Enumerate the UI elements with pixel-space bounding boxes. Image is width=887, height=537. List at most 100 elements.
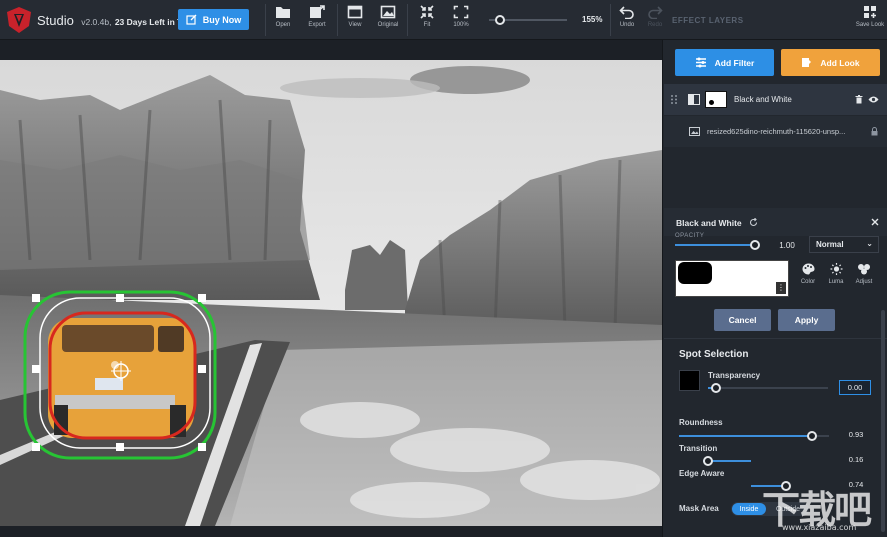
opacity-slider-handle[interactable] [750,240,760,250]
effect-layers-title: EFFECT LAYERS [672,16,744,25]
app-name: Studio [37,13,74,28]
effect-title: Black and White [676,218,742,228]
undo-label: Undo [619,22,635,28]
mask-area-label: Mask Area [679,504,719,513]
undo-icon [619,6,634,19]
transition-label: Transition [679,444,718,453]
export-icon [310,5,325,18]
site-watermark: 下载吧 www.xiazaiba.com [762,479,882,534]
canvas-margin-bottom [0,526,662,537]
export-label: Export [308,22,326,28]
watermark-url: www.xiazaiba.com [782,523,857,532]
color-mode-label: Color [800,279,816,285]
adjust-mode-label: Adjust [855,279,873,285]
color-mode-button[interactable]: Color [795,263,821,285]
transparency-slider-track[interactable] [708,387,828,389]
add-look-button[interactable]: Add Look [781,49,880,76]
canvas-margin-top [0,40,662,60]
save-look-label: Save Look [855,22,885,28]
lock-icon [871,127,878,136]
add-filter-button[interactable]: Add Filter [675,49,774,76]
palette-icon [802,263,814,275]
redo-icon [648,6,663,19]
image-icon [380,5,396,19]
buy-now-button[interactable]: Buy Now [178,9,249,30]
spot-selection-title: Spot Selection [679,349,749,360]
cancel-button[interactable]: Cancel [714,309,771,331]
app-title: Studio v2.0.4b, 23 Days Left in Trial [37,13,195,28]
save-look-icon [864,6,876,18]
roundness-value[interactable]: 0.93 [840,427,872,442]
filter-icon [695,57,706,68]
transparency-slider-handle[interactable] [711,383,721,393]
transparency-label: Transparency [708,371,761,380]
transition-slider-handle[interactable] [703,456,713,466]
zoom-value: 155% [582,15,603,24]
redo-label: Redo [647,22,663,28]
chevron-down-icon: ⌄ [866,239,873,248]
adjust-icon [858,264,870,275]
opacity-label: OPACITY [675,233,705,239]
add-look-label: Add Look [820,57,860,68]
mask-icon[interactable] [688,94,700,105]
app-version: v2.0.4b, [81,17,112,27]
original-label: Original [377,22,399,28]
roundness-label: Roundness [679,418,723,427]
top-toolbar: Studio v2.0.4b, 23 Days Left in Trial Bu… [0,0,887,40]
view-icon [347,5,363,19]
fit-icon [420,5,434,19]
luma-mode-label: Luma [828,279,844,285]
reset-icon[interactable] [749,218,758,227]
photo-canvas[interactable] [0,60,662,526]
look-icon [802,58,812,67]
effect-header: Black and White [664,208,887,236]
add-filter-label: Add Filter [714,57,755,68]
layer-row-image[interactable]: resized625dino-reichmuth-115620-unsp... [664,116,887,147]
redo-button[interactable]: Redo [635,5,675,28]
roundness-slider-fill [679,435,812,437]
effect-layers-panel: Add Filter Add Look Black and White resi… [662,40,887,537]
luma-mode-button[interactable]: Luma [823,263,849,285]
mask-preview[interactable]: ⋮ [675,260,789,297]
fit-label: Fit [423,22,431,28]
opacity-value[interactable]: 1.00 [771,237,803,253]
fullscreen-icon [453,5,469,19]
opacity-slider-track[interactable] [675,244,755,246]
layer-list-empty-area [664,148,887,208]
image-layer-name: resized625dino-reichmuth-115620-unsp... [707,127,846,136]
blend-mode-value: Normal [816,240,844,249]
more-options-icon[interactable]: ⋮ [776,282,786,294]
blend-mode-select[interactable]: Normal ⌄ [809,236,879,253]
actual-size-label: 100% [453,22,469,28]
roundness-slider-handle[interactable] [807,431,817,441]
actual-size-button[interactable]: 100% [441,5,481,28]
buy-now-label: Buy Now [202,14,242,25]
color-swatch[interactable] [679,370,700,391]
layer-row-black-and-white[interactable]: Black and White [664,84,887,115]
layer-thumbnail [705,91,727,108]
folder-icon [276,7,290,18]
save-look-button[interactable]: Save Look [850,5,887,28]
sun-icon [830,263,842,275]
drag-handle-icon[interactable] [671,95,677,104]
open-label: Open [275,22,291,28]
trash-icon[interactable] [855,95,863,104]
section-divider [664,338,887,339]
transition-value[interactable]: 0.16 [840,452,872,467]
photo-image [0,60,662,526]
close-icon[interactable] [871,218,879,226]
view-label: View [348,22,362,28]
apply-button[interactable]: Apply [778,309,835,331]
transparency-value-input[interactable]: 0.00 [839,380,871,395]
export-button[interactable]: Export [297,5,337,28]
original-button[interactable]: Original [368,5,408,28]
app-logo-icon [7,7,31,33]
mask-inside-option[interactable]: Inside [732,503,766,515]
layer-name: Black and White [734,95,792,104]
adjust-mode-button[interactable]: Adjust [851,263,877,285]
image-layer-icon [689,127,700,136]
edge-aware-label: Edge Aware [679,469,725,478]
eye-icon[interactable] [868,96,879,103]
edit-icon [186,14,197,25]
zoom-slider-handle[interactable] [495,15,505,25]
